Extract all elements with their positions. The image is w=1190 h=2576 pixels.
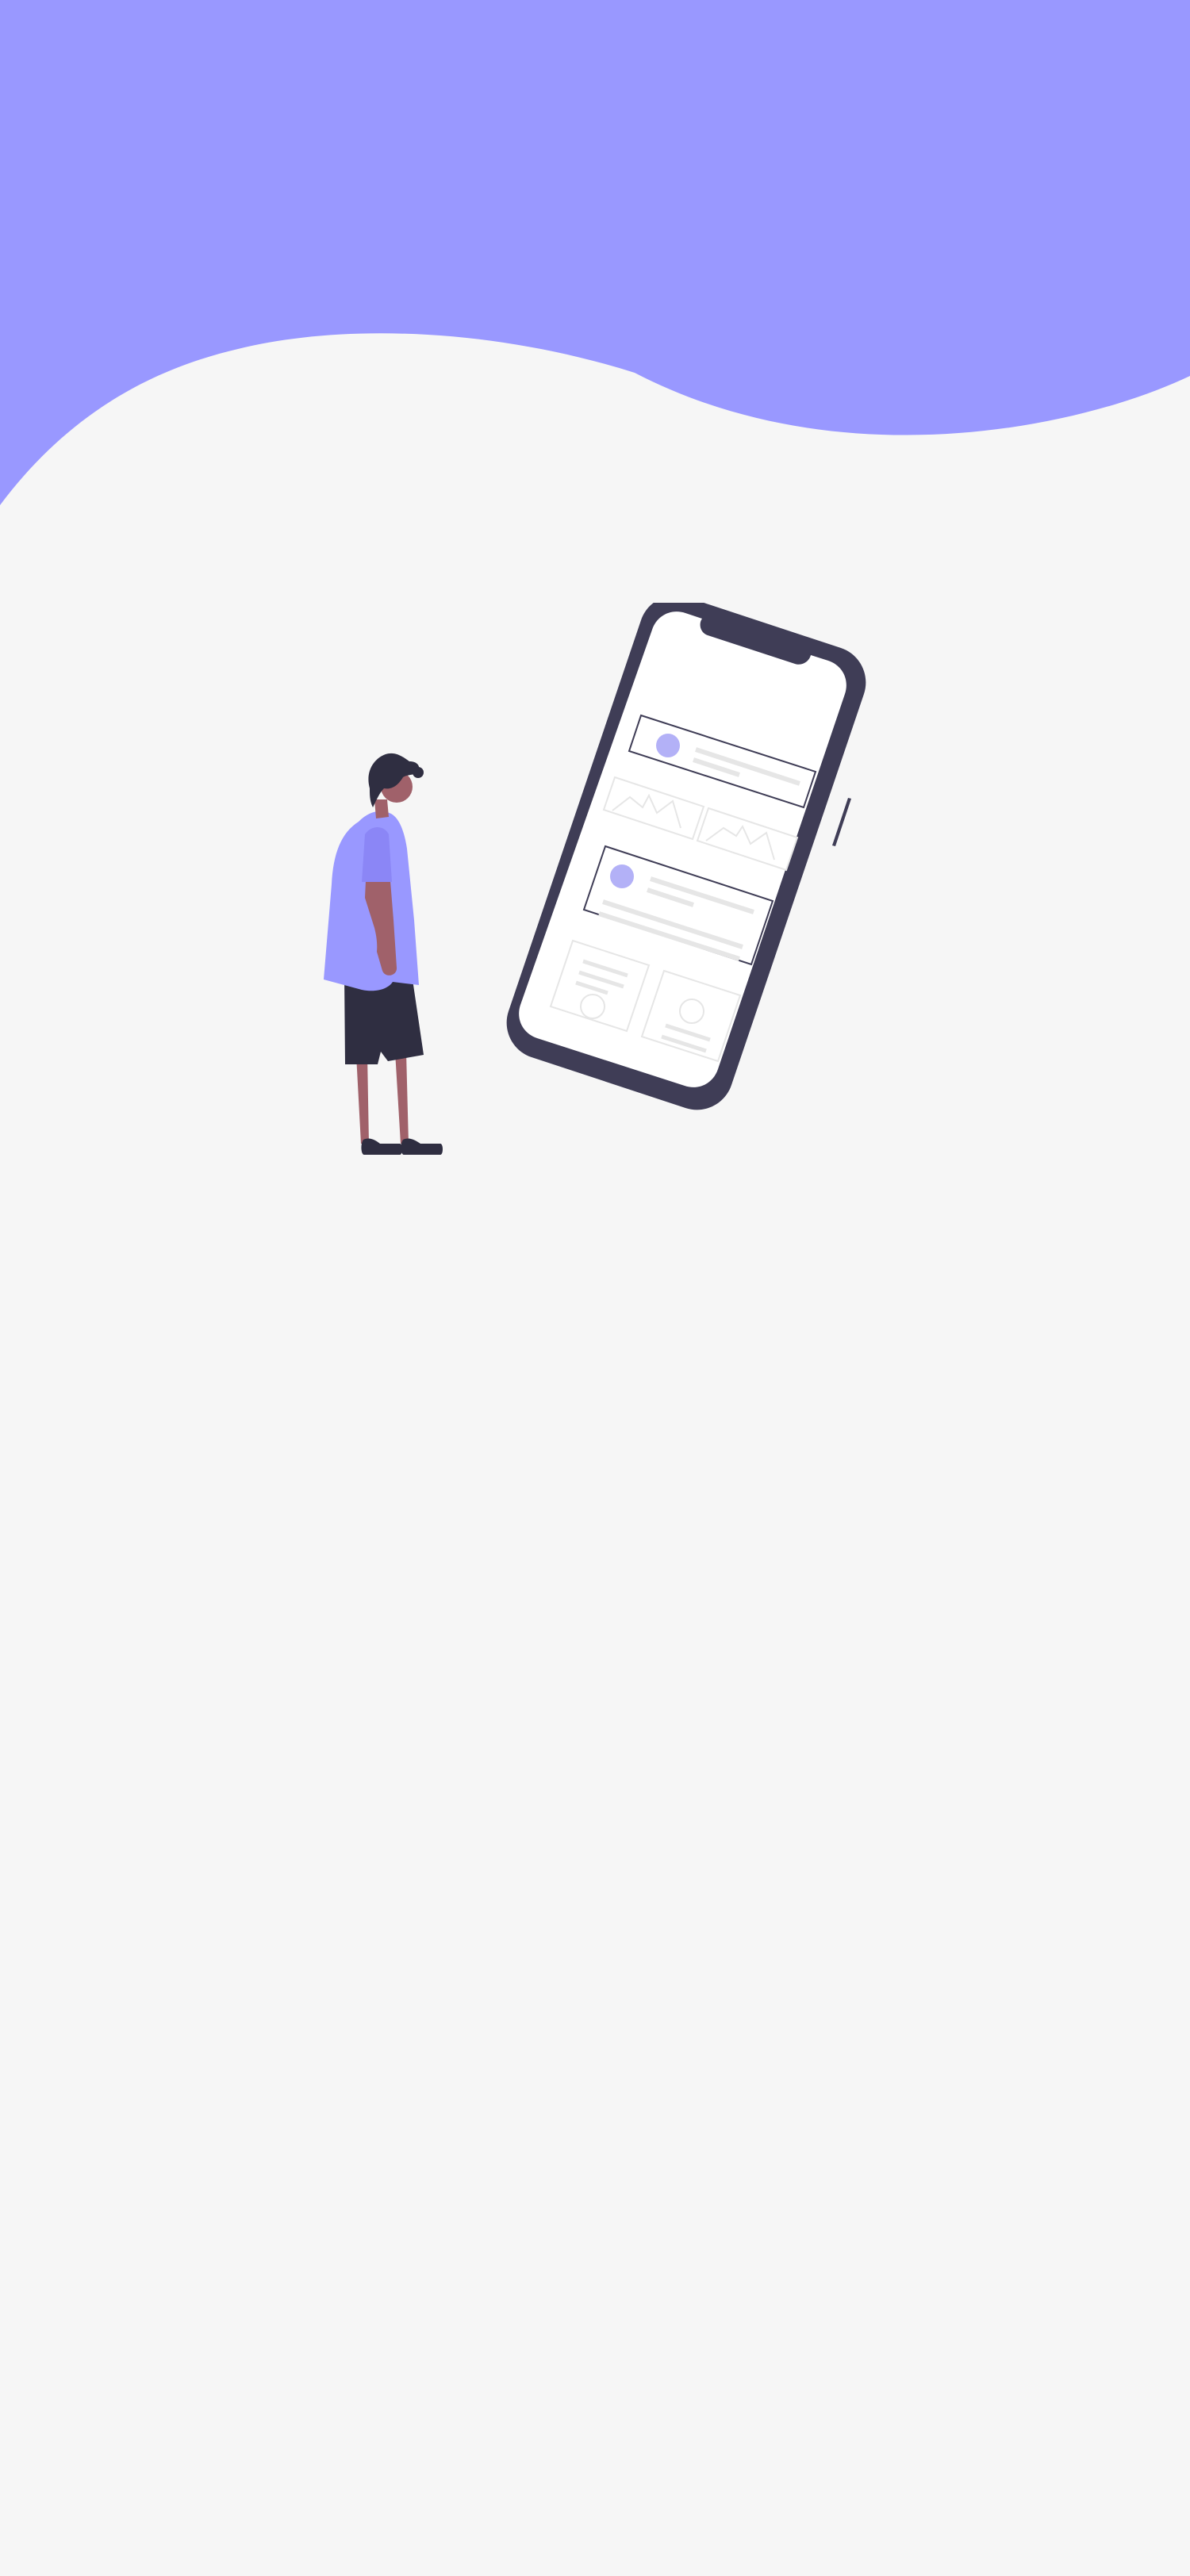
phone-mockup (506, 603, 866, 1110)
wave-shape (0, 0, 1190, 505)
person-shoe-back (361, 1138, 402, 1155)
person-sleeve (362, 827, 392, 882)
hero-wave-background (0, 0, 1190, 505)
person-shoe-front (401, 1138, 443, 1155)
card-1-avatar (656, 734, 680, 757)
onboarding-screen (0, 0, 1190, 2576)
card-2-avatar (610, 864, 634, 888)
person-neck (374, 799, 389, 818)
person-leg-back (356, 1055, 369, 1144)
onboarding-illustration (324, 603, 866, 1155)
person-leg-front (395, 1052, 409, 1144)
phone-side-button (832, 798, 851, 846)
person-figure (324, 753, 443, 1155)
